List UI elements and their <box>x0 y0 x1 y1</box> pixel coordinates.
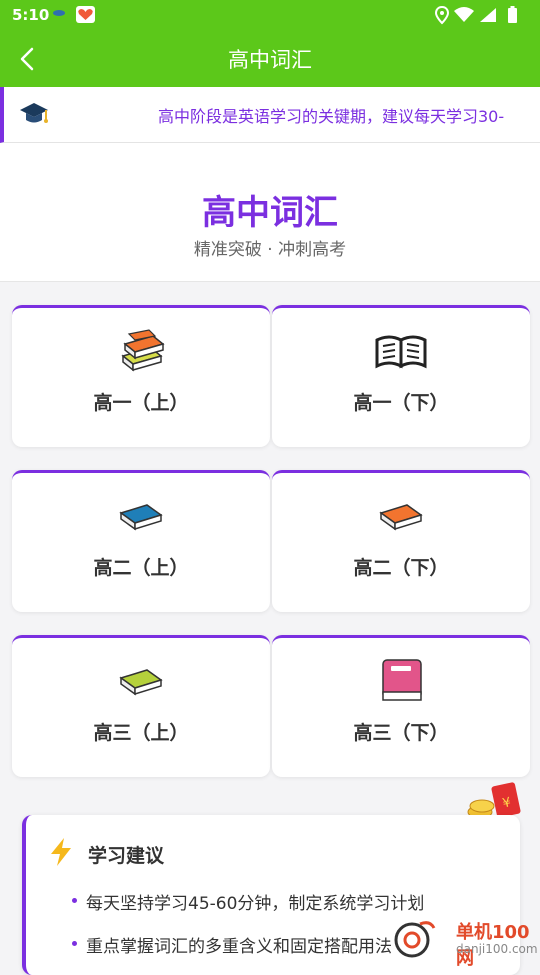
grade-card-2-up[interactable]: 高二（上） <box>12 470 270 612</box>
grade-label: 高二（下） <box>353 557 449 579</box>
page-title: 高中词汇 <box>228 48 312 72</box>
hero-section: 高中词汇 精准突破 · 冲刺高考 <box>0 143 540 282</box>
grade-label: 高二（上） <box>93 557 189 579</box>
notification-icon <box>53 10 65 16</box>
battery-icon <box>508 6 517 23</box>
status-time: 5:10 <box>12 6 50 24</box>
location-icon <box>434 5 450 25</box>
lightning-icon <box>51 838 71 866</box>
grade-label: 高三（下） <box>353 722 449 744</box>
blue-book-icon <box>119 504 163 531</box>
grade-card-3-up[interactable]: 高三（上） <box>12 635 270 777</box>
wifi-icon <box>454 7 474 22</box>
notice-banner: 高中阶段是英语学习的关键期，建议每天学习30- <box>0 87 540 143</box>
book-stack-icon <box>121 329 165 372</box>
app-header: 高中词汇 <box>0 30 540 87</box>
graduation-cap-icon <box>20 103 48 123</box>
pink-notebook-icon <box>382 659 422 701</box>
notice-text: 高中阶段是英语学习的关键期，建议每天学习30- <box>158 107 505 126</box>
watermark-url: danji100.com <box>456 942 538 956</box>
status-bar: 5:10 <box>0 0 540 30</box>
grade-card-3-down[interactable]: 高三（下） <box>272 635 530 777</box>
tip-item: 重点掌握词汇的多重含义和固定搭配用法 <box>72 932 392 957</box>
grade-card-1-up[interactable]: 高一（上） <box>12 305 270 447</box>
open-book-icon <box>375 335 427 369</box>
grade-card-2-down[interactable]: 高二（下） <box>272 470 530 612</box>
tips-title: 学习建议 <box>88 845 165 867</box>
watermark-logo-icon <box>394 921 436 958</box>
grade-label: 高三（上） <box>93 722 189 744</box>
signal-icon <box>480 8 496 22</box>
watermark: 单机100网 danji100.com <box>388 914 538 969</box>
health-app-icon <box>76 6 95 23</box>
grade-label: 高一（上） <box>93 392 189 414</box>
status-icons <box>434 5 517 25</box>
orange-book-icon <box>379 504 423 531</box>
green-book-icon <box>119 669 163 696</box>
hero-subtitle: 精准突破 · 冲刺高考 <box>193 240 347 260</box>
tip-item: 每天坚持学习45-60分钟，制定系统学习计划 <box>71 889 424 914</box>
grade-label: 高一（下） <box>353 392 449 414</box>
hero-title: 高中词汇 <box>202 193 338 233</box>
grade-card-1-down[interactable]: 高一（下） <box>272 305 530 447</box>
